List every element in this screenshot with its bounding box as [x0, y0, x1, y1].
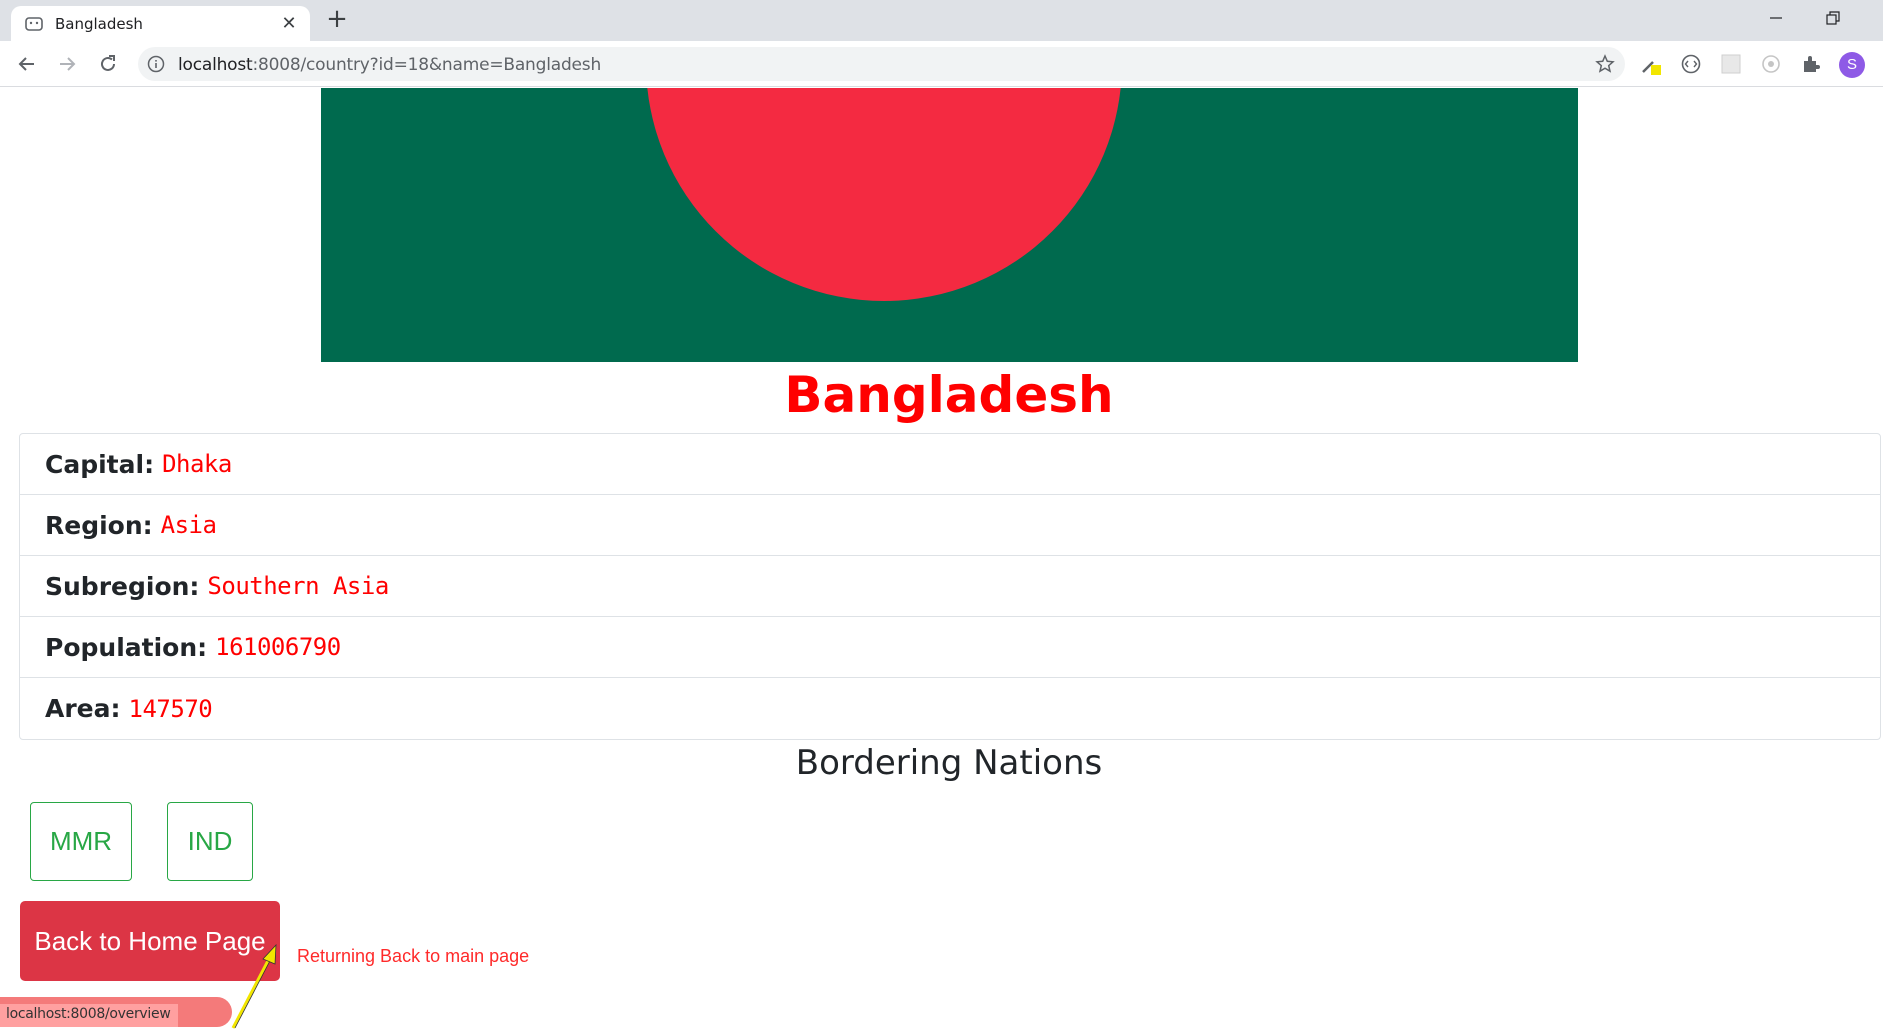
page-content: Bangladesh Capital: Dhaka Region: Asia S… [0, 88, 1883, 1029]
close-tab-icon[interactable]: ✕ [280, 14, 298, 32]
annotation-arrow-icon [231, 943, 277, 1029]
browser-toolbar: localhost:8008/country?id=18&name=Bangla… [0, 41, 1883, 87]
info-icon[interactable] [147, 55, 165, 73]
bookmark-star-icon[interactable] [1595, 54, 1615, 74]
minimize-icon[interactable] [1766, 8, 1786, 28]
detail-capital: Capital: Dhaka [20, 434, 1880, 495]
restore-icon[interactable] [1823, 8, 1843, 28]
browser-tab[interactable]: Bangladesh ✕ [11, 6, 310, 41]
puzzle-extensions-icon[interactable] [1800, 53, 1822, 75]
eye-extension-icon[interactable] [1760, 53, 1782, 75]
detail-label: Region: [45, 510, 153, 540]
profile-avatar[interactable]: S [1839, 52, 1865, 78]
new-tab-icon[interactable]: + [324, 6, 350, 33]
detail-value: Dhaka [162, 450, 232, 478]
globe-icon [25, 17, 43, 31]
border-country-button-mmr[interactable]: MMR [30, 802, 132, 881]
address-bar[interactable]: localhost:8008/country?id=18&name=Bangla… [138, 47, 1625, 81]
detail-value: Southern Asia [207, 572, 389, 600]
detail-label: Subregion: [45, 571, 200, 601]
country-details-list: Capital: Dhaka Region: Asia Subregion: S… [19, 433, 1881, 740]
tab-title: Bangladesh [55, 15, 143, 33]
country-name-heading: Bangladesh [784, 366, 1114, 424]
bordering-nations-heading: Bordering Nations [795, 743, 1103, 783]
url-host: localhost [178, 55, 253, 75]
border-country-button-ind[interactable]: IND [167, 802, 253, 881]
detail-value: Asia [160, 511, 217, 539]
detail-label: Capital: [45, 449, 155, 479]
detail-subregion: Subregion: Southern Asia [20, 556, 1880, 617]
detail-region: Region: Asia [20, 495, 1880, 556]
detail-label: Population: [45, 632, 208, 662]
detail-value: 161006790 [215, 633, 341, 661]
url-text: localhost:8008/country?id=18&name=Bangla… [178, 55, 601, 75]
annotation-text: Returning Back to main page [297, 946, 530, 966]
code-extension-icon[interactable] [1680, 53, 1702, 75]
url-path: :8008/country?id=18&name=Bangladesh [252, 55, 602, 75]
flag-red-disc [646, 88, 1122, 301]
back-arrow-icon[interactable] [14, 51, 40, 77]
country-flag-image [321, 88, 1578, 362]
reload-icon[interactable] [95, 51, 121, 77]
forward-arrow-icon[interactable] [54, 51, 80, 77]
detail-area: Area: 147570 [20, 678, 1880, 739]
tab-strip: Bangladesh ✕ + [0, 0, 1883, 41]
eyedropper-extension-icon[interactable] [1640, 53, 1662, 75]
grid-extension-icon[interactable] [1720, 53, 1742, 75]
link-status-bar: localhost:8008/overview [0, 1004, 179, 1027]
detail-value: 147570 [128, 694, 213, 723]
detail-label: Area: [45, 694, 121, 723]
detail-population: Population: 161006790 [20, 617, 1880, 678]
